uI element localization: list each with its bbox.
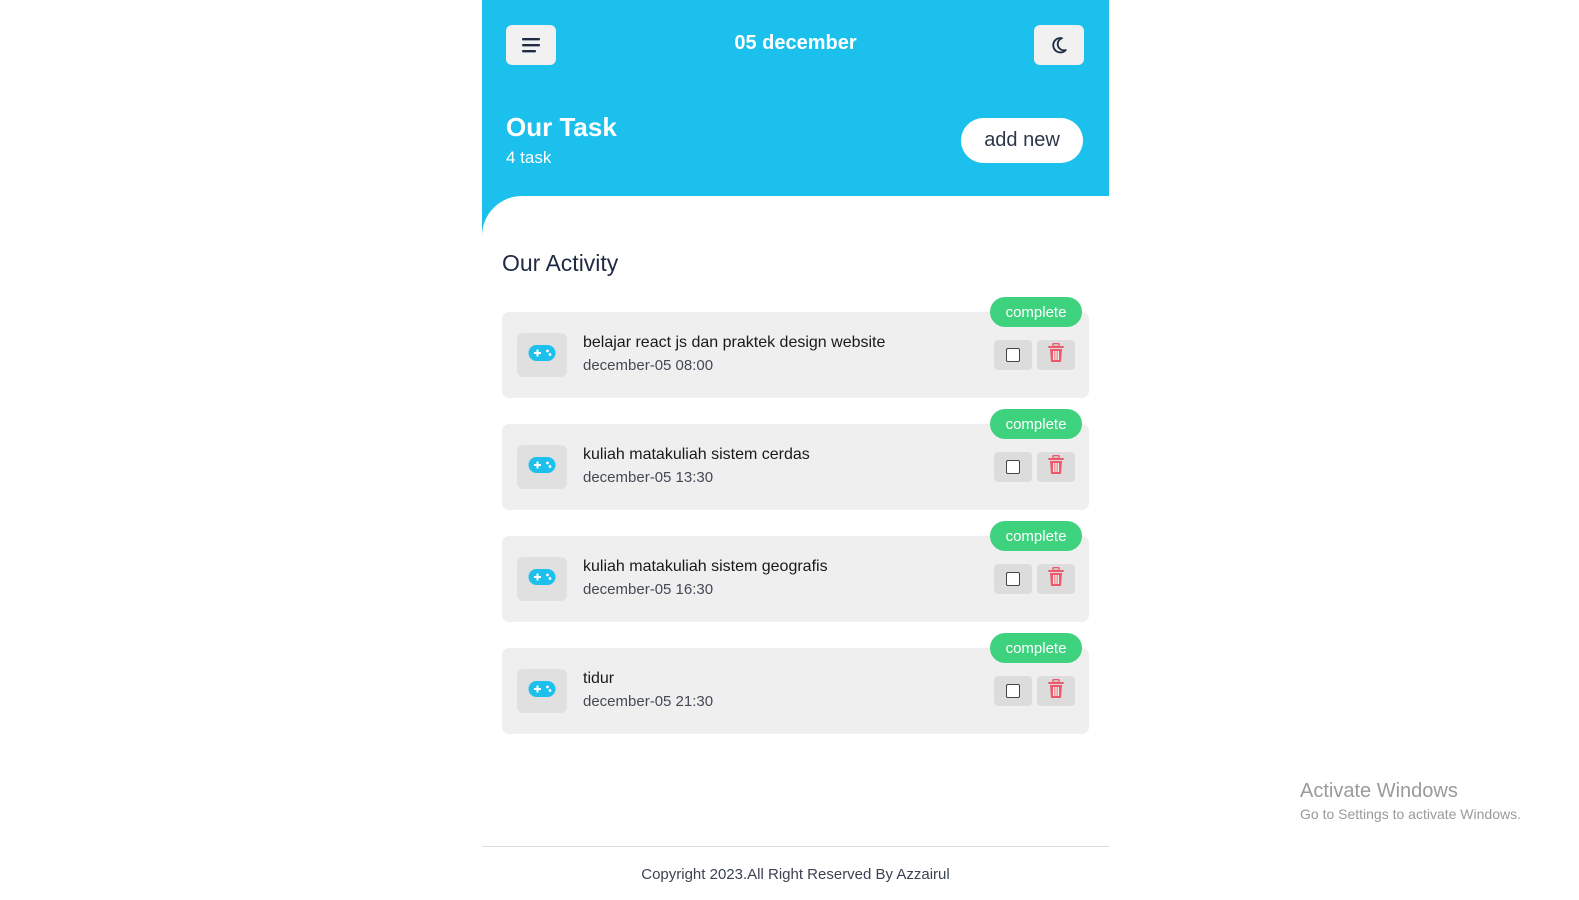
delete-button[interactable] xyxy=(1037,340,1075,370)
add-new-button[interactable]: add new xyxy=(961,118,1083,163)
checkbox-square xyxy=(1006,572,1020,586)
complete-checkbox[interactable] xyxy=(994,452,1032,482)
task-card: complete kuliah matakuliah sistem cerdas d… xyxy=(502,409,1089,510)
trash-icon xyxy=(1047,342,1065,368)
task-card: complete kuliah matakuliah sistem geograf… xyxy=(502,521,1089,622)
moon-icon xyxy=(1052,37,1067,54)
task-title: belajar react js dan praktek design webs… xyxy=(583,334,886,351)
checkbox-square xyxy=(1006,460,1020,474)
task-time: december-05 21:30 xyxy=(583,693,714,710)
task-time: december-05 13:30 xyxy=(583,469,714,486)
delete-button[interactable] xyxy=(1037,676,1075,706)
checkbox-square xyxy=(1006,684,1020,698)
task-title: tidur xyxy=(583,670,615,687)
gamepad-icon xyxy=(528,568,556,591)
activate-windows-subtitle: Go to Settings to activate Windows. xyxy=(1300,806,1521,822)
task-time: december-05 16:30 xyxy=(583,581,714,598)
delete-button[interactable] xyxy=(1037,564,1075,594)
task-time: december-05 08:00 xyxy=(583,357,714,374)
task-count: 4 task xyxy=(506,148,552,167)
task-card: complete tidur december-05 21:30 xyxy=(502,633,1089,734)
status-badge: complete xyxy=(990,633,1082,663)
complete-checkbox[interactable] xyxy=(994,564,1032,594)
task-title: kuliah matakuliah sistem geografis xyxy=(583,558,828,575)
footer-copyright: Copyright 2023.All Right Reserved By Azz… xyxy=(641,866,950,883)
page-title: Our Task xyxy=(506,112,617,142)
task-icon-box xyxy=(517,557,567,601)
status-badge: complete xyxy=(990,409,1082,439)
task-title: kuliah matakuliah sistem cerdas xyxy=(583,446,810,463)
checkbox-square xyxy=(1006,348,1020,362)
task-card: complete belajar react js dan praktek des… xyxy=(502,297,1089,398)
trash-icon xyxy=(1047,678,1065,704)
gamepad-icon xyxy=(528,344,556,367)
task-icon-box xyxy=(517,333,567,377)
header-curve xyxy=(482,196,1109,236)
complete-checkbox[interactable] xyxy=(994,340,1032,370)
status-badge: complete xyxy=(990,521,1082,551)
section-title: Our Activity xyxy=(502,250,619,276)
app-container: 05 december Our Task 4 task add new Our … xyxy=(482,0,1109,900)
complete-checkbox[interactable] xyxy=(994,676,1032,706)
gamepad-icon xyxy=(528,456,556,479)
footer-divider xyxy=(482,846,1109,847)
status-badge: complete xyxy=(990,297,1082,327)
date-title: 05 december xyxy=(734,32,857,54)
gamepad-icon xyxy=(528,680,556,703)
trash-icon xyxy=(1047,454,1065,480)
activate-windows-title: Activate Windows xyxy=(1300,780,1458,802)
theme-toggle-button[interactable] xyxy=(1034,25,1084,65)
delete-button[interactable] xyxy=(1037,452,1075,482)
task-icon-box xyxy=(517,669,567,713)
trash-icon xyxy=(1047,566,1065,592)
header: 05 december Our Task 4 task add new xyxy=(482,0,1109,196)
task-icon-box xyxy=(517,445,567,489)
